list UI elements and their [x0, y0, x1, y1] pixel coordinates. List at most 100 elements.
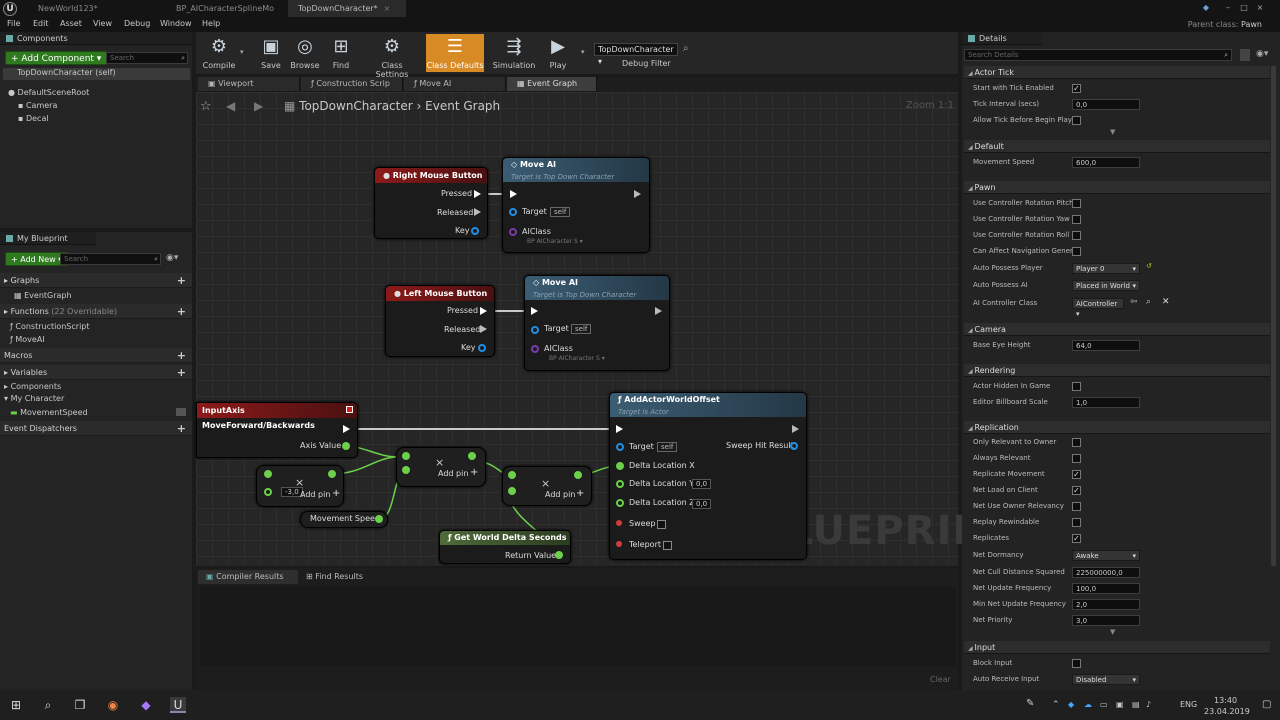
pin-aiclass[interactable] — [509, 228, 517, 236]
pin-pressed[interactable] — [480, 307, 487, 315]
pin-exec-out[interactable] — [655, 307, 662, 315]
menu-file[interactable]: File — [7, 19, 20, 28]
pin-target[interactable] — [616, 443, 624, 451]
variable-movementspeed[interactable]: ▬ MovementSpeed — [10, 408, 88, 417]
pin-a[interactable] — [508, 471, 516, 479]
property-matrix-icon[interactable] — [1240, 49, 1250, 61]
windows-start-icon[interactable]: ⊞ — [8, 697, 24, 713]
graphs-category[interactable]: ▸ Graphs + — [0, 273, 192, 288]
replicate-movement-checkbox[interactable]: ✓ — [1072, 470, 1081, 479]
pen-icon[interactable]: ✎ — [1026, 698, 1034, 709]
task-view-icon[interactable]: ❐ — [72, 697, 88, 713]
sweep-checkbox[interactable] — [657, 520, 666, 529]
clear-icon[interactable]: ✕ — [1162, 297, 1170, 307]
add-macro-icon[interactable]: + — [177, 348, 186, 363]
actor-hidden-checkbox[interactable] — [1072, 382, 1081, 391]
movement-speed-input[interactable]: 600,0 — [1072, 157, 1140, 168]
variable-visibility-icon[interactable] — [176, 408, 186, 416]
network-icon[interactable]: ▤ — [1132, 700, 1140, 709]
notifications-icon[interactable]: ▢ — [1262, 699, 1271, 710]
pin-released[interactable] — [480, 325, 487, 333]
min-net-update-input[interactable]: 2,0 — [1072, 599, 1140, 610]
tray-device-icon[interactable]: ▭ — [1100, 700, 1108, 709]
replicates-checkbox[interactable]: ✓ — [1072, 534, 1081, 543]
pin-result[interactable] — [468, 452, 476, 460]
pin-b[interactable] — [508, 487, 516, 495]
event-graph-item[interactable]: ▦ EventGraph — [14, 291, 72, 300]
add-component-button[interactable]: + Add Component ▾ — [5, 51, 108, 65]
pin-released[interactable] — [474, 208, 481, 216]
event-dispatchers-category[interactable]: Event Dispatchers + — [0, 421, 192, 436]
pin-target[interactable] — [531, 326, 539, 334]
pin-sweep[interactable] — [616, 520, 622, 526]
function-item[interactable]: ƒ ConstructionScript — [10, 322, 90, 331]
section-rendering[interactable]: Rendering — [964, 364, 1270, 377]
section-actor-tick[interactable]: Actor Tick — [964, 66, 1270, 79]
can-affect-nav-checkbox[interactable] — [1072, 247, 1081, 256]
tray-app-icon[interactable]: ◆ — [1068, 700, 1074, 709]
auto-possess-player-dropdown[interactable]: Player 0 ▾ — [1072, 263, 1140, 274]
menu-help[interactable]: Help — [202, 19, 220, 28]
always-relevant-checkbox[interactable] — [1072, 454, 1081, 463]
add-pin-icon[interactable]: + — [470, 467, 478, 478]
pin-exec-out[interactable] — [634, 190, 641, 198]
section-default[interactable]: Default — [964, 140, 1270, 153]
allow-tick-checkbox[interactable] — [1072, 116, 1081, 125]
use-selected-arrow-icon[interactable]: ⇦ — [1130, 297, 1138, 307]
net-use-owner-checkbox[interactable] — [1072, 502, 1081, 511]
my-character-variable-group[interactable]: ▾ My Character — [4, 394, 64, 403]
pin-b[interactable] — [402, 466, 410, 474]
close-window-icon[interactable]: × — [1254, 2, 1266, 14]
pin-delta-z-value[interactable]: 0,0 — [692, 499, 712, 509]
tab-construction-script[interactable]: ƒ Construction Scrip — [301, 77, 403, 91]
component-decal[interactable]: ▪ Decal — [18, 114, 49, 123]
browse-asset-icon[interactable]: ⌕ — [1146, 297, 1151, 307]
close-icon[interactable]: × — [384, 4, 391, 13]
pin-target-self[interactable]: self — [657, 442, 678, 452]
pin-key[interactable] — [478, 344, 486, 352]
pin-b[interactable] — [264, 488, 272, 496]
simulation-button[interactable]: ⇶ Simulation — [490, 34, 538, 72]
pin-exec-out[interactable] — [343, 425, 350, 433]
net-load-checkbox[interactable]: ✓ — [1072, 486, 1081, 495]
pin-movement-speed[interactable] — [375, 515, 383, 523]
tab-bp-aicharacter[interactable]: BP_AICharacterSplineMo — [166, 0, 276, 17]
components-variable-group[interactable]: ▸ Components — [4, 382, 61, 391]
section-input[interactable]: Input — [964, 641, 1270, 654]
pin-target[interactable] — [509, 208, 517, 216]
pin-delta-z[interactable] — [616, 499, 624, 507]
tab-find-results[interactable]: ⊞ Find Results — [298, 570, 394, 584]
tab-move-ai[interactable]: ƒ Move AI — [404, 77, 506, 91]
menu-asset[interactable]: Asset — [60, 19, 82, 28]
maximize-icon[interactable]: □ — [1238, 2, 1250, 14]
pin-sweep-hit[interactable] — [790, 442, 798, 450]
tab-topdowncharacter[interactable]: TopDownCharacter* × — [288, 0, 406, 17]
clear-button[interactable]: Clear — [930, 675, 951, 684]
details-scrollbar[interactable] — [1271, 66, 1276, 566]
pin-delta-x[interactable] — [616, 462, 624, 470]
section-camera[interactable]: Camera — [964, 323, 1270, 336]
chrome-icon[interactable]: ◉ — [105, 697, 121, 713]
pin-delta-y[interactable] — [616, 480, 624, 488]
replay-rewindable-checkbox[interactable] — [1072, 518, 1081, 527]
blueprint-search-input[interactable]: Search ⌕ — [60, 253, 161, 265]
pin-exec-in[interactable] — [510, 190, 517, 198]
debug-object-dropdown[interactable]: TopDownCharacter ▾ — [594, 43, 678, 66]
details-search-input[interactable]: Search Details ⌕ — [964, 49, 1232, 61]
pin-aiclass[interactable] — [531, 345, 539, 353]
volume-icon[interactable]: ♪ — [1146, 700, 1151, 709]
macros-category[interactable]: Macros + — [0, 348, 192, 363]
add-pin-label[interactable]: Add pin — [545, 490, 575, 499]
pin-result[interactable] — [574, 471, 582, 479]
ai-controller-dropdown[interactable]: AIController ▾ — [1072, 298, 1124, 318]
billboard-scale-input[interactable]: 1,0 — [1072, 397, 1140, 408]
unreal-taskbar-icon[interactable]: U — [170, 697, 186, 713]
visual-studio-icon[interactable]: ◆ — [138, 697, 154, 713]
tab-event-graph[interactable]: ▦ Event Graph — [507, 77, 597, 91]
node-add-actor-world-offset[interactable]: ƒ AddActorWorldOffset Target is Actor — [609, 392, 807, 560]
search-icon[interactable]: ⌕ — [40, 697, 56, 713]
menu-debug[interactable]: Debug — [124, 19, 150, 28]
expand-arrow-icon[interactable]: ▼ — [1110, 628, 1115, 636]
pin-target-self[interactable]: self — [571, 324, 592, 334]
auto-possess-ai-dropdown[interactable]: Placed in World ▾ — [1072, 280, 1140, 291]
